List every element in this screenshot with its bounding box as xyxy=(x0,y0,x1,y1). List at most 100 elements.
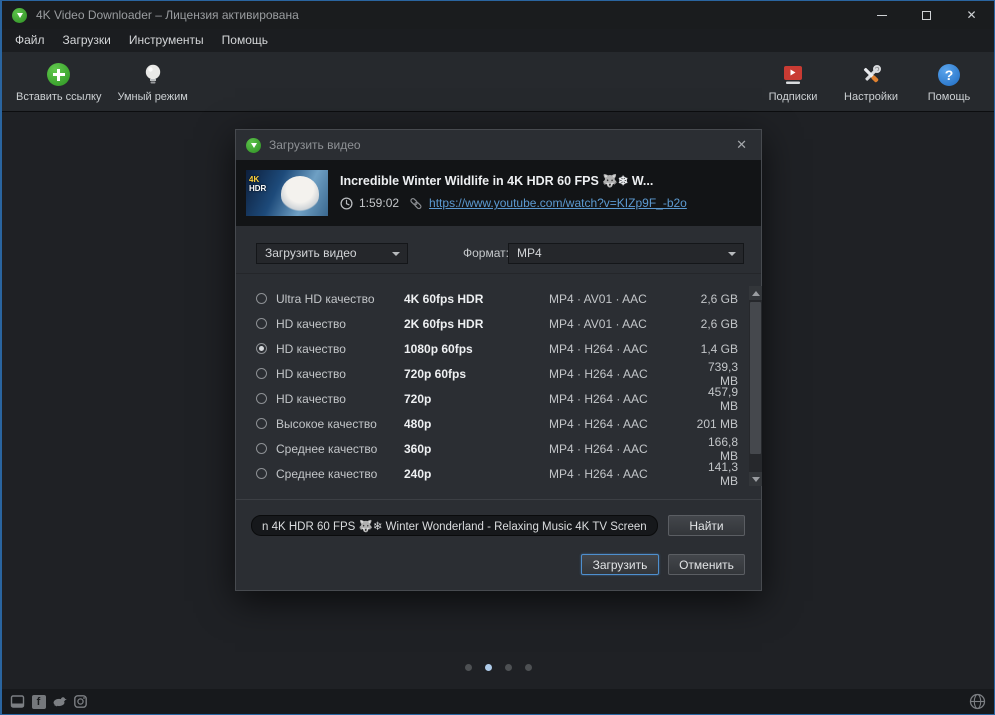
quality-resolution: 4K 60fps HDR xyxy=(404,291,484,306)
page-dot[interactable] xyxy=(524,664,532,671)
quality-row[interactable]: HD качество 1080p 60fps MP4 · H264 · AAC… xyxy=(256,336,749,361)
download-dialog: Загрузить видео ✕ 4K HDR Incredible Winte… xyxy=(235,129,762,591)
quality-label: HD качество xyxy=(276,316,346,331)
quality-label: HD качество xyxy=(276,366,346,381)
quality-size: 141,3 MB xyxy=(707,459,738,488)
quality-radio[interactable] xyxy=(256,318,267,329)
facebook-icon[interactable]: f xyxy=(31,694,46,709)
chevron-down-icon xyxy=(392,252,400,256)
quality-label: HD качество xyxy=(276,341,346,356)
quality-resolution: 720p 60fps xyxy=(404,366,467,381)
dialog-close-button[interactable]: ✕ xyxy=(732,130,751,160)
quality-radio[interactable] xyxy=(256,468,267,479)
quality-codec: MP4 · AV01 · AAC xyxy=(549,291,647,306)
quality-label: Среднее качество xyxy=(276,466,378,481)
maximize-icon xyxy=(922,10,931,20)
quality-list-scrollbar[interactable] xyxy=(749,286,762,486)
scroll-down-arrow-icon[interactable] xyxy=(749,472,762,486)
quality-row[interactable]: HD качество 720p 60fps MP4 · H264 · AAC … xyxy=(256,359,749,388)
smart-mode-button[interactable]: Умный режим xyxy=(109,58,195,106)
video-title: Incredible Winter Wildlife in 4K HDR 60 … xyxy=(340,174,654,188)
quality-radio[interactable] xyxy=(256,293,267,304)
scroll-up-arrow-icon[interactable] xyxy=(749,286,762,300)
dialog-logo-icon xyxy=(246,137,261,153)
page-dot[interactable] xyxy=(464,664,472,671)
language-globe-icon[interactable] xyxy=(969,693,986,710)
subscriptions-icon xyxy=(780,62,806,88)
instagram-icon[interactable] xyxy=(73,694,88,709)
action-select[interactable]: Загрузить видео xyxy=(256,243,408,264)
quality-row[interactable]: Ultra HD качество 4K 60fps HDR MP4 · AV0… xyxy=(256,286,749,311)
quality-resolution: 480p xyxy=(404,416,432,431)
twitter-icon[interactable] xyxy=(52,694,67,709)
video-duration: 1:59:02 xyxy=(359,196,400,210)
menu-item-help[interactable]: Помощь xyxy=(213,29,277,52)
quality-radio[interactable] xyxy=(256,443,267,454)
video-url-link[interactable]: https://www.youtube.com/watch?v=KIZp9F_-… xyxy=(429,196,687,210)
lightbulb-icon xyxy=(140,62,166,88)
chevron-down-icon xyxy=(728,252,736,256)
dialog-close-icon: ✕ xyxy=(736,137,747,152)
maximize-button[interactable] xyxy=(904,1,949,29)
video-info-strip: 4K HDR Incredible Winter Wildlife in 4K H… xyxy=(236,160,761,226)
page-dot[interactable] xyxy=(504,664,512,671)
filename-input[interactable] xyxy=(251,515,658,536)
quality-label: Среднее качество xyxy=(276,441,378,456)
menu-bar: Файл Загрузки Инструменты Помощь xyxy=(2,29,994,52)
help-button[interactable]: ? Помощь xyxy=(910,58,988,106)
filename-separator xyxy=(236,499,761,500)
smart-mode-label: Умный режим xyxy=(117,90,188,103)
minimize-icon xyxy=(876,14,887,16)
menu-item-file[interactable]: Файл xyxy=(6,29,54,52)
quality-resolution: 1080p 60fps xyxy=(404,341,473,356)
quality-size: 201 MB xyxy=(696,416,738,431)
quality-codec: MP4 · H264 · AAC xyxy=(549,391,648,406)
menu-item-tools[interactable]: Инструменты xyxy=(120,29,213,52)
quality-resolution: 360p xyxy=(404,441,432,456)
quality-label: HD качество xyxy=(276,391,346,406)
quality-label: Ultra HD качество xyxy=(276,291,375,306)
settings-button[interactable]: Настройки xyxy=(832,58,910,106)
quality-row[interactable]: HD качество 720p MP4 · H264 · AAC 457,9 … xyxy=(256,385,749,413)
quality-row[interactable]: HD качество 2K 60fps HDR MP4 · AV01 · AA… xyxy=(256,311,749,336)
quality-size: 739,3 MB xyxy=(707,359,738,388)
cancel-button[interactable]: Отменить xyxy=(668,554,745,575)
quality-size: 2,6 GB xyxy=(700,316,738,331)
subscriptions-label: Подписки xyxy=(768,90,818,103)
quality-radio[interactable] xyxy=(256,368,267,379)
quality-list: Ultra HD качество 4K 60fps HDR MP4 · AV0… xyxy=(256,286,749,488)
minimize-button[interactable] xyxy=(859,1,904,29)
page-dot[interactable] xyxy=(484,664,492,671)
browse-button[interactable]: Найти xyxy=(668,515,745,536)
controls-separator xyxy=(236,273,761,274)
quality-codec: MP4 · H264 · AAC xyxy=(549,366,648,381)
app-window-icon[interactable] xyxy=(10,694,25,709)
quality-codec: MP4 · H264 · AAC xyxy=(549,416,648,431)
quality-size: 2,6 GB xyxy=(700,291,738,306)
format-select[interactable]: MP4 xyxy=(508,243,744,264)
quality-codec: MP4 · AV01 · AAC xyxy=(549,316,647,331)
scrollbar-thumb[interactable] xyxy=(750,302,761,454)
quality-radio[interactable] xyxy=(256,393,267,404)
quality-radio[interactable] xyxy=(256,418,267,429)
menu-item-downloads[interactable]: Загрузки xyxy=(54,29,120,52)
quality-radio[interactable] xyxy=(256,343,267,354)
page-dots xyxy=(2,664,994,671)
wolf-image xyxy=(281,176,319,212)
quality-resolution: 240p xyxy=(404,466,432,481)
paste-link-button[interactable]: Вставить ссылку xyxy=(8,58,109,106)
tools-icon xyxy=(858,62,884,88)
subscriptions-button[interactable]: Подписки xyxy=(754,58,832,106)
link-icon xyxy=(409,197,423,210)
video-thumbnail: 4K HDR xyxy=(246,170,328,216)
quality-size: 1,4 GB xyxy=(700,341,738,356)
app-logo-icon xyxy=(12,7,27,23)
close-button[interactable]: ✕ xyxy=(949,1,994,29)
format-select-value: MP4 xyxy=(517,246,542,260)
action-select-value: Загрузить видео xyxy=(265,246,357,260)
download-button[interactable]: Загрузить xyxy=(581,554,659,575)
quality-row[interactable]: Среднее качество 240p MP4 · H264 · AAC 1… xyxy=(256,459,749,488)
quality-label: Высокое качество xyxy=(276,416,377,431)
quality-row[interactable]: Среднее качество 360p MP4 · H264 · AAC 1… xyxy=(256,435,749,463)
quality-row[interactable]: Высокое качество 480p MP4 · H264 · AAC 2… xyxy=(256,411,749,436)
